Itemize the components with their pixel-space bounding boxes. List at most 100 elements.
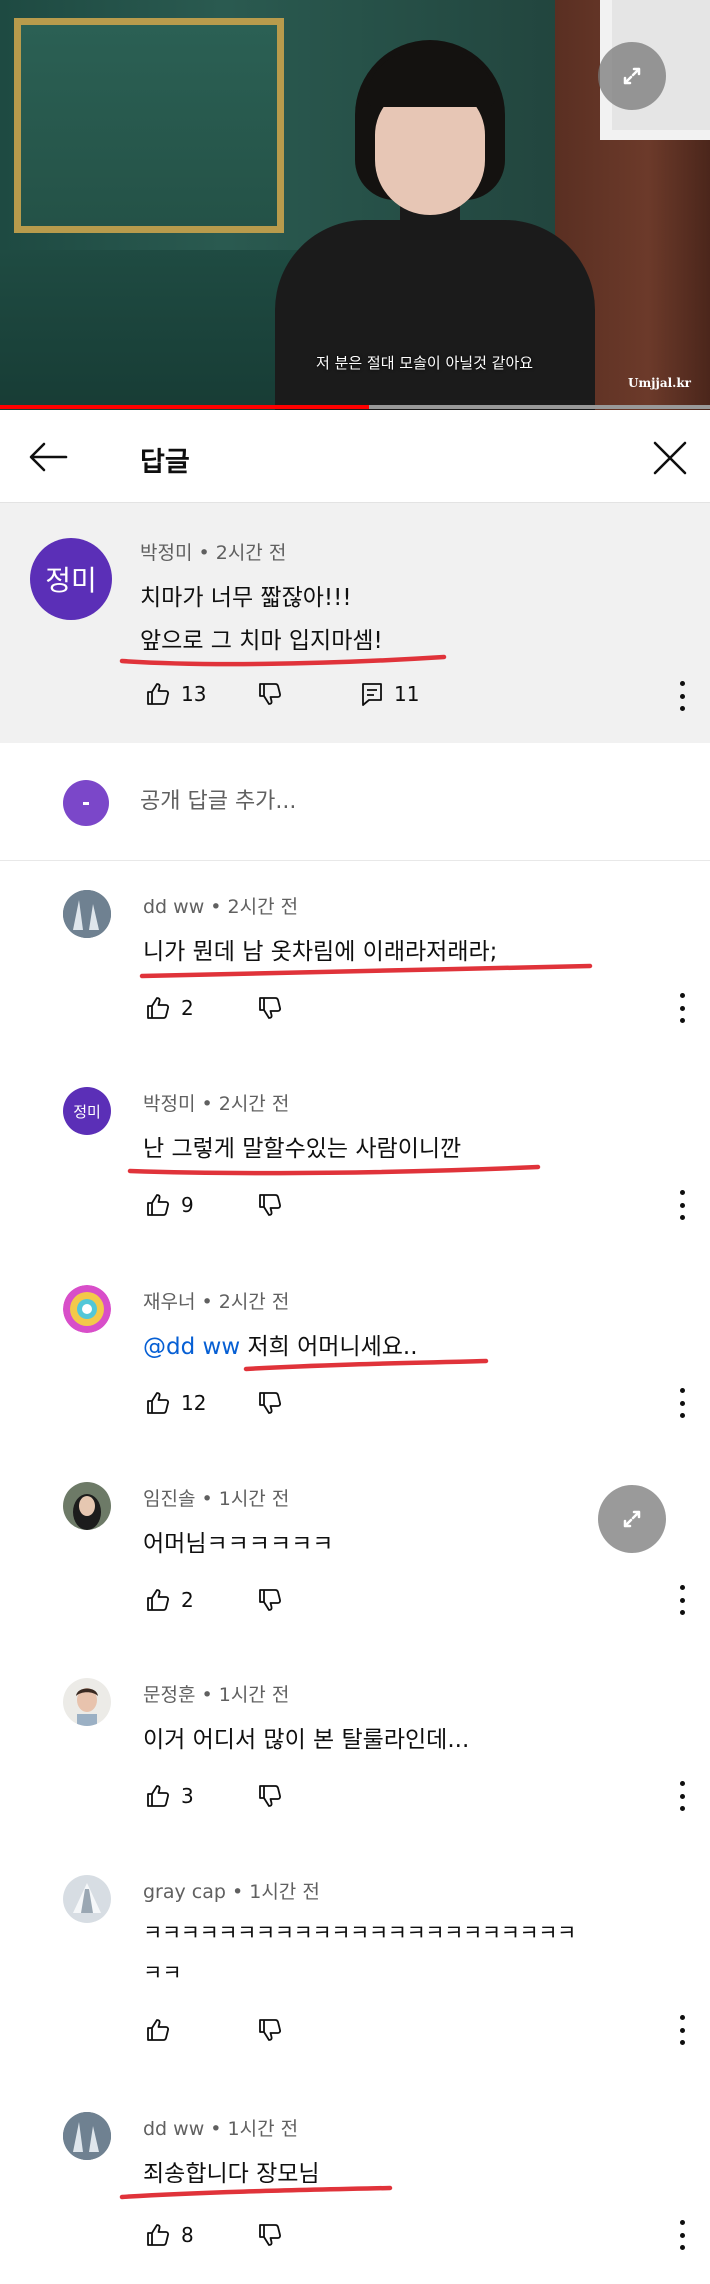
like-count: 8	[181, 2223, 194, 2247]
comment-text-line1: 치마가 너무 짧잖아!!!	[140, 585, 352, 611]
dislike-button[interactable]	[257, 2222, 283, 2248]
like-button[interactable]: 2	[145, 995, 194, 1021]
wall-panel-frame	[14, 18, 284, 233]
reply-text: 이거 어디서 많이 본 탈룰라인데...	[143, 1727, 470, 1753]
video-watermark: Umjjal.kr	[628, 376, 691, 390]
replies-button[interactable]: 11	[360, 681, 419, 707]
reply-count: 11	[394, 682, 420, 706]
avatar[interactable]	[63, 890, 111, 938]
reply-author-time[interactable]: 문정훈 • 1시간 전	[143, 1680, 289, 1707]
avatar[interactable]	[63, 1482, 111, 1530]
reply-author-time[interactable]: 박정미 • 2시간 전	[143, 1089, 289, 1116]
reply-author-time[interactable]: 재우너 • 2시간 전	[143, 1287, 289, 1314]
parent-comment: 정미 박정미 • 2시간 전 치마가 너무 짧잖아!!! 앞으로 그 치마 입지…	[0, 503, 710, 743]
dislike-button[interactable]	[257, 1587, 283, 1613]
avatar-initials: 정미	[45, 564, 97, 597]
more-options-icon[interactable]	[675, 1388, 689, 1418]
close-icon[interactable]	[652, 440, 688, 476]
thumbs-down-icon	[259, 2019, 282, 2041]
like-count: 3	[181, 1784, 194, 1808]
dislike-button[interactable]	[257, 1783, 283, 1809]
reply-item: 문정훈 • 1시간 전 이거 어디서 많이 본 탈룰라인데... 3	[0, 1668, 710, 1858]
avatar[interactable]	[63, 1875, 111, 1923]
reply-text: 어머님ㅋㅋㅋㅋㅋㅋ	[143, 1531, 334, 1557]
reply-mention-link[interactable]: @dd ww	[143, 1334, 240, 1360]
thumbs-up-icon	[147, 683, 170, 705]
avatar[interactable]	[63, 2112, 111, 2160]
add-reply-placeholder[interactable]: 공개 답글 추가...	[140, 783, 296, 815]
avatar-initials: 정미	[73, 1102, 101, 1121]
like-button[interactable]: 9	[145, 1192, 194, 1218]
dislike-button[interactable]	[257, 681, 283, 707]
dislike-button[interactable]	[257, 995, 283, 1021]
video-progress-bar[interactable]	[0, 405, 710, 409]
reply-text-body: 저희 어머니세요..	[247, 1334, 418, 1360]
comment-text-line2: 앞으로 그 치마 입지마셈!	[140, 628, 383, 654]
avatar[interactable]	[63, 1678, 111, 1726]
reply-item: dd ww • 2시간 전 니가 뭔데 남 옷차림에 이래라저래라; 2	[0, 880, 710, 1070]
thumbs-down-icon	[259, 1194, 282, 1216]
like-button[interactable]: 2	[145, 1587, 194, 1613]
dislike-button[interactable]	[257, 1192, 283, 1218]
thumbs-down-icon	[259, 683, 282, 705]
reply-item: dd ww • 1시간 전 죄송합니다 장모님 8	[0, 2100, 710, 2284]
avatar[interactable]	[63, 1285, 111, 1333]
dislike-button[interactable]	[257, 2017, 283, 2043]
like-count: 12	[181, 1391, 207, 1415]
reply-comment-icon	[362, 683, 382, 706]
thumbs-down-icon	[259, 1785, 282, 1807]
thumbs-down-icon	[259, 1589, 282, 1611]
reply-author-time[interactable]: dd ww • 1시간 전	[143, 2114, 298, 2141]
add-reply-row[interactable]: 공개 답글 추가...	[0, 745, 710, 861]
expand-icon[interactable]	[598, 1485, 666, 1553]
like-button[interactable]: 8	[145, 2222, 194, 2248]
like-button[interactable]: 3	[145, 1783, 194, 1809]
back-arrow-icon[interactable]	[28, 440, 68, 474]
thumbs-up-icon	[147, 1589, 170, 1611]
reply-text: 니가 뭔데 남 옷차림에 이래라저래라;	[143, 939, 498, 965]
thumbs-down-icon	[259, 2224, 282, 2246]
thumbs-up-icon	[147, 2019, 170, 2041]
like-count: 2	[181, 1588, 194, 1612]
like-button[interactable]: 13	[145, 681, 206, 707]
comment-author-time[interactable]: 박정미 • 2시간 전	[140, 538, 286, 565]
reply-item: gray cap • 1시간 전 ㅋㅋㅋㅋㅋㅋㅋㅋㅋㅋㅋㅋㅋㅋㅋㅋㅋㅋㅋㅋㅋㅋㅋ…	[0, 1865, 710, 2095]
more-options-icon[interactable]	[675, 1781, 689, 1811]
video-subtitle: 저 분은 절대 모솔이 아닐것 같아요	[316, 354, 534, 372]
thumbs-up-icon	[147, 997, 170, 1019]
thumbs-up-icon	[147, 1785, 170, 1807]
more-options-icon[interactable]	[675, 1585, 689, 1615]
like-button[interactable]: 12	[145, 1390, 206, 1416]
more-options-icon[interactable]	[675, 993, 689, 1023]
reply-text: ㅋㅋㅋㅋㅋㅋㅋㅋㅋㅋㅋㅋㅋㅋㅋㅋㅋㅋㅋㅋㅋㅋㅋ	[143, 1921, 576, 1945]
like-button[interactable]	[145, 2017, 181, 2043]
like-count: 13	[181, 682, 207, 706]
more-options-icon[interactable]	[675, 2220, 689, 2250]
reply-item: 재우너 • 2시간 전 @dd ww 저희 어머니세요.. 12	[0, 1275, 710, 1465]
thumbs-up-icon	[147, 1392, 170, 1414]
progress-fill	[0, 405, 370, 409]
wall-panel-lower	[0, 250, 300, 410]
thumbs-down-icon	[259, 997, 282, 1019]
video-player[interactable]: 저 분은 절대 모솔이 아닐것 같아요 Umjjal.kr	[0, 0, 710, 410]
dislike-button[interactable]	[257, 1390, 283, 1416]
reply-author-time[interactable]: gray cap • 1시간 전	[143, 1877, 320, 1904]
reply-text-continued: ㅋㅋ	[143, 1961, 182, 1985]
thumbs-up-icon	[147, 2224, 170, 2246]
reply-text: 난 그렇게 말할수있는 사람이니깐	[143, 1136, 462, 1162]
like-count: 2	[181, 996, 194, 1020]
more-options-icon[interactable]	[675, 2015, 689, 2045]
more-options-icon[interactable]	[675, 1190, 689, 1220]
page-title: 답글	[140, 447, 190, 478]
replies-header: 답글	[0, 410, 710, 503]
like-count: 9	[181, 1193, 194, 1217]
more-options-icon[interactable]	[675, 681, 689, 711]
avatar[interactable]: 정미	[63, 1087, 111, 1135]
avatar	[63, 780, 109, 826]
avatar[interactable]: 정미	[30, 538, 112, 620]
expand-icon[interactable]	[598, 42, 666, 110]
reply-author-time[interactable]: 임진솔 • 1시간 전	[143, 1484, 289, 1511]
thumbs-down-icon	[259, 1392, 282, 1414]
reply-text: @dd ww 저희 어머니세요..	[143, 1327, 418, 1361]
reply-author-time[interactable]: dd ww • 2시간 전	[143, 892, 298, 919]
